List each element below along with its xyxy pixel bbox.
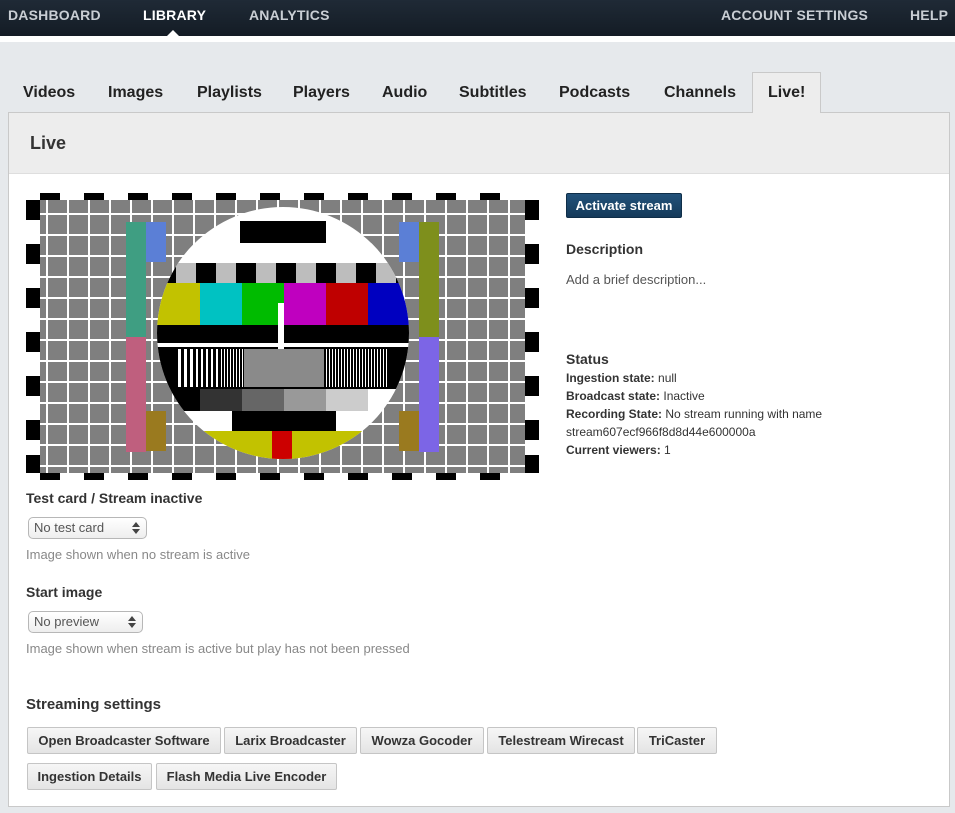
tab-images[interactable]: Images [108,72,163,113]
start-image-hint: Image shown when stream is active but pl… [26,641,410,656]
nav-band [0,36,955,42]
recording-state-key: Recording State: [566,407,663,421]
updown-arrows-icon [132,522,140,534]
tab-channels[interactable]: Channels [664,72,736,113]
ingestion-state: Ingestion state: null [566,371,677,385]
broadcast-state: Broadcast state: Inactive [566,389,705,403]
broadcast-state-key: Broadcast state: [566,389,661,403]
recording-state-value: No stream running with name [665,407,823,421]
recording-state-stream-name: stream607ecf966f8d8d44e600000a [566,425,756,439]
tab-players[interactable]: Players [293,72,350,113]
tab-live[interactable]: Live! [752,72,822,113]
status-label: Status [566,351,609,367]
description-field[interactable]: Add a brief description... [566,272,706,287]
panel-header: Live [9,113,949,174]
start-image-select-value: No preview [34,614,100,629]
top-navigation: DASHBOARD LIBRARY ANALYTICS ACCOUNT SETT… [0,0,955,37]
test-card-hint: Image shown when no stream is active [26,547,250,562]
ingestion-state-key: Ingestion state: [566,371,655,385]
telestream-wirecast-button[interactable]: Telestream Wirecast [487,727,635,754]
wowza-gocoder-button[interactable]: Wowza Gocoder [360,727,484,754]
test-card-image [26,193,539,480]
tab-subtitles[interactable]: Subtitles [459,72,527,113]
current-viewers-key: Current viewers: [566,443,661,457]
ingestion-details-button[interactable]: Ingestion Details [27,763,152,790]
recording-state: Recording State: No stream running with … [566,407,822,421]
tab-podcasts[interactable]: Podcasts [559,72,630,113]
ingestion-state-value: null [658,371,677,385]
activate-stream-button[interactable]: Activate stream [566,193,682,218]
nav-help[interactable]: HELP [910,0,948,32]
start-image-label: Start image [26,584,103,600]
nav-analytics[interactable]: ANALYTICS [249,0,330,32]
test-card-label: Test card / Stream inactive [26,490,203,506]
nav-account-settings[interactable]: ACCOUNT SETTINGS [721,0,868,32]
test-card-select[interactable]: No test card [28,517,147,539]
description-label: Description [566,241,644,257]
broadcast-state-value: Inactive [663,389,705,403]
panel-title: Live [30,133,67,153]
larix-button[interactable]: Larix Broadcaster [224,727,357,754]
streaming-settings-label: Streaming settings [26,696,162,713]
obs-button[interactable]: Open Broadcaster Software [27,727,221,754]
nav-library[interactable]: LIBRARY [143,0,206,32]
flash-media-encoder-button[interactable]: Flash Media Live Encoder [156,763,337,790]
test-card-select-value: No test card [34,520,105,535]
current-viewers: Current viewers: 1 [566,443,671,457]
recording-state-stream-name-value: stream607ecf966f8d8d44e600000a [566,425,756,439]
tab-videos[interactable]: Videos [23,72,75,113]
updown-arrows-icon [128,616,136,628]
nav-dashboard[interactable]: DASHBOARD [8,0,101,32]
tab-audio[interactable]: Audio [382,72,427,113]
tab-playlists[interactable]: Playlists [197,72,262,113]
current-viewers-value: 1 [664,443,671,457]
tricaster-button[interactable]: TriCaster [637,727,717,754]
start-image-select[interactable]: No preview [28,611,143,633]
